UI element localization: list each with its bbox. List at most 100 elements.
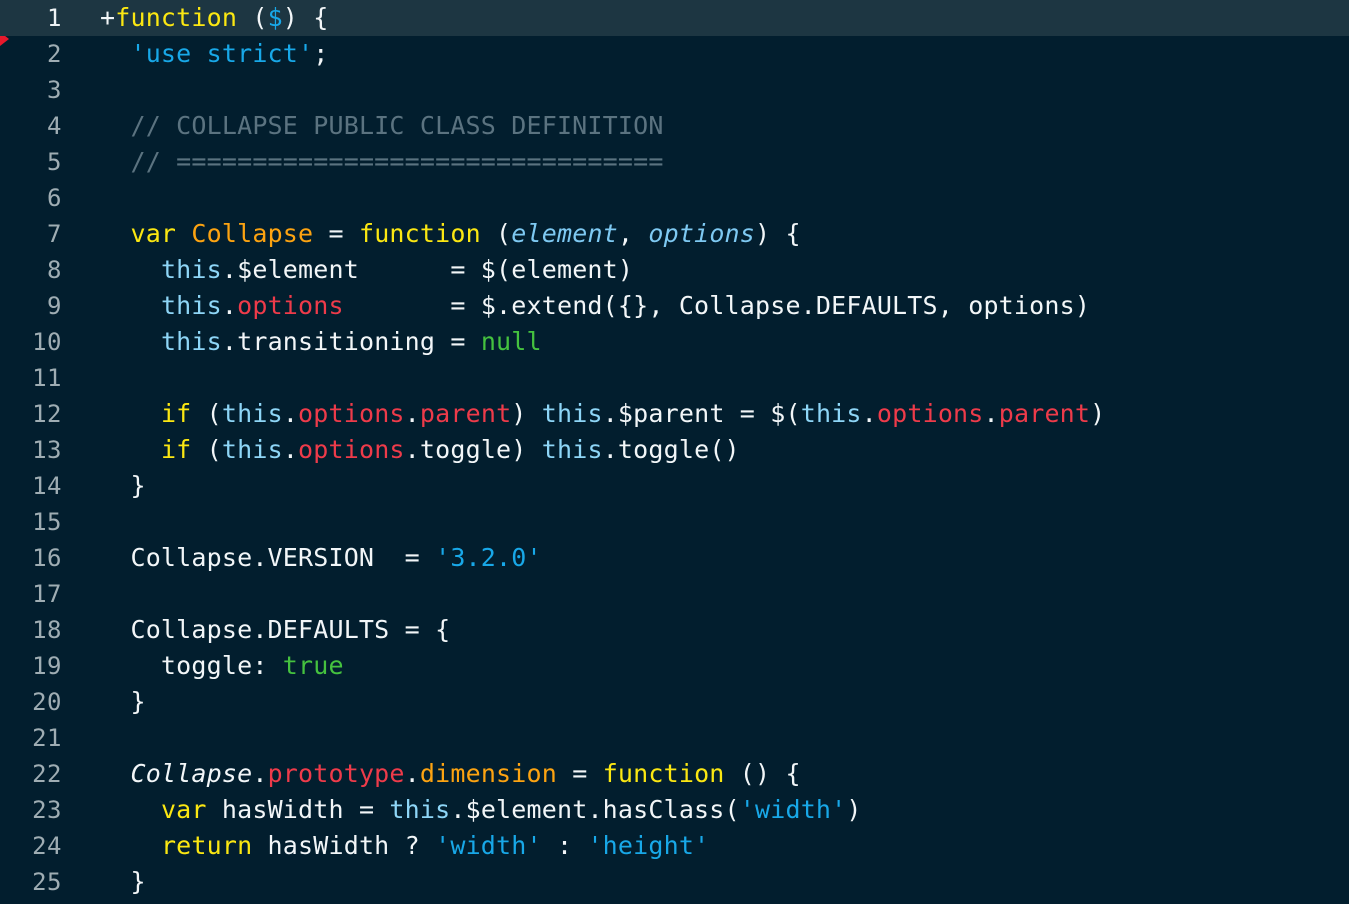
code-line[interactable]: 9 this.options = $.extend({}, Collapse.D… [0, 288, 1349, 324]
code-token: this [541, 399, 603, 428]
code-line[interactable]: 13 if (this.options.toggle) this.toggle(… [0, 432, 1349, 468]
code-line[interactable]: 3 [0, 72, 1349, 108]
code-line[interactable]: 23 var hasWidth = this.$element.hasClass… [0, 792, 1349, 828]
code-line[interactable]: 22 Collapse.prototype.dimension = functi… [0, 756, 1349, 792]
code-token: 'use strict' [130, 39, 314, 68]
code-line-content: Collapse.VERSION = '3.2.0' [100, 540, 542, 576]
code-line-content: // ================================ [100, 144, 664, 180]
code-line-content: } [100, 684, 146, 720]
code-line[interactable]: 12 if (this.options.parent) this.$parent… [0, 396, 1349, 432]
line-number: 10 [32, 328, 62, 356]
line-number: 22 [32, 760, 62, 788]
code-line[interactable]: 6 [0, 180, 1349, 216]
code-token: . [252, 759, 268, 788]
line-number: 24 [32, 832, 62, 860]
code-editor[interactable]: 1 +function ($) {2 'use strict'; 3 4 // COL… [0, 0, 1349, 904]
code-line[interactable]: 24 return hasWidth ? 'width' : 'height' [0, 828, 1349, 864]
code-line[interactable]: 19 toggle: true [0, 648, 1349, 684]
line-number: 14 [32, 472, 62, 500]
code-token: this [541, 435, 603, 464]
code-line[interactable]: 14 } [0, 468, 1349, 504]
line-number: 16 [32, 544, 62, 572]
code-line[interactable]: 11 [0, 360, 1349, 396]
code-line[interactable]: 18 Collapse.DEFAULTS = { [0, 612, 1349, 648]
code-token: toggle: [100, 651, 283, 680]
line-number: 15 [32, 508, 62, 536]
code-token: element [511, 219, 618, 248]
code-token: null [480, 327, 542, 356]
code-token: . [404, 759, 420, 788]
code-line[interactable]: 10 this.transitioning = null [0, 324, 1349, 360]
code-token: : [541, 831, 588, 860]
code-line[interactable]: 20 } [0, 684, 1349, 720]
code-line-content: var hasWidth = this.$element.hasClass('w… [100, 792, 862, 828]
code-line[interactable]: 5 // ================================ [0, 144, 1349, 180]
line-number: 1 [47, 4, 62, 32]
line-number: 4 [47, 112, 62, 140]
code-line[interactable]: 15 [0, 504, 1349, 540]
code-token: ( [191, 435, 222, 464]
code-line[interactable]: 25 } [0, 864, 1349, 900]
code-token: . [983, 399, 999, 428]
line-number: 19 [32, 652, 62, 680]
line-number: 7 [47, 220, 62, 248]
code-line[interactable]: 4 // COLLAPSE PUBLIC CLASS DEFINITION [0, 108, 1349, 144]
code-line[interactable]: 7 var Collapse = function (element, opti… [0, 216, 1349, 252]
code-line-content: Collapse.prototype.dimension = function … [100, 756, 801, 792]
code-line[interactable]: 2 'use strict'; [0, 36, 1349, 72]
code-token: hasWidth ? [252, 831, 436, 860]
code-token: hasWidth = [206, 795, 390, 824]
code-token: // ================================ [130, 147, 664, 176]
line-number: 20 [32, 688, 62, 716]
code-line-content: this.$element = $(element) [100, 252, 633, 288]
line-number: 5 [47, 148, 62, 176]
code-token: 'height' [587, 831, 710, 860]
code-line-content: this.transitioning = null [100, 324, 542, 360]
code-token: parent [998, 399, 1091, 428]
code-token: ) { [282, 3, 329, 32]
code-token: options [298, 435, 405, 464]
code-token: var [130, 219, 177, 248]
code-token: . [282, 435, 299, 464]
code-line[interactable]: 21 [0, 720, 1349, 756]
code-token: '3.2.0' [435, 543, 542, 572]
code-token: this [221, 435, 283, 464]
code-lines-container[interactable]: 1 +function ($) {2 'use strict'; 3 4 // COL… [0, 0, 1349, 900]
code-token: = [556, 759, 603, 788]
code-line[interactable]: 8 this.$element = $(element) [0, 252, 1349, 288]
code-token: () { [724, 759, 801, 788]
line-number: 11 [32, 364, 62, 392]
code-line[interactable]: 17 [0, 576, 1349, 612]
code-token: options [237, 291, 344, 320]
code-token: Collapse.DEFAULTS = { [100, 615, 451, 644]
code-line-content: if (this.options.parent) this.$parent = … [100, 396, 1105, 432]
code-token: dimension [419, 759, 557, 788]
code-token: ( [480, 219, 512, 248]
code-line[interactable]: 1 +function ($) { [0, 0, 1349, 36]
code-line-content: } [100, 864, 146, 900]
code-token: ) [846, 795, 862, 824]
code-line[interactable]: 16 Collapse.VERSION = '3.2.0' [0, 540, 1349, 576]
code-token: if [160, 399, 192, 428]
code-token: . [282, 399, 299, 428]
code-line-content: +function ($) { [100, 0, 329, 36]
code-token: // COLLAPSE PUBLIC CLASS DEFINITION [130, 111, 664, 140]
code-line-content: if (this.options.toggle) this.toggle() [100, 432, 740, 468]
line-number: 17 [32, 580, 62, 608]
code-line-content: } [100, 468, 146, 504]
code-token: .toggle) [404, 435, 542, 464]
code-token: Collapse.VERSION = [100, 543, 436, 572]
code-token: + [100, 3, 116, 32]
code-token: this [160, 291, 222, 320]
line-number: 25 [32, 868, 62, 896]
code-token: } [100, 471, 146, 500]
code-token: this [221, 399, 283, 428]
